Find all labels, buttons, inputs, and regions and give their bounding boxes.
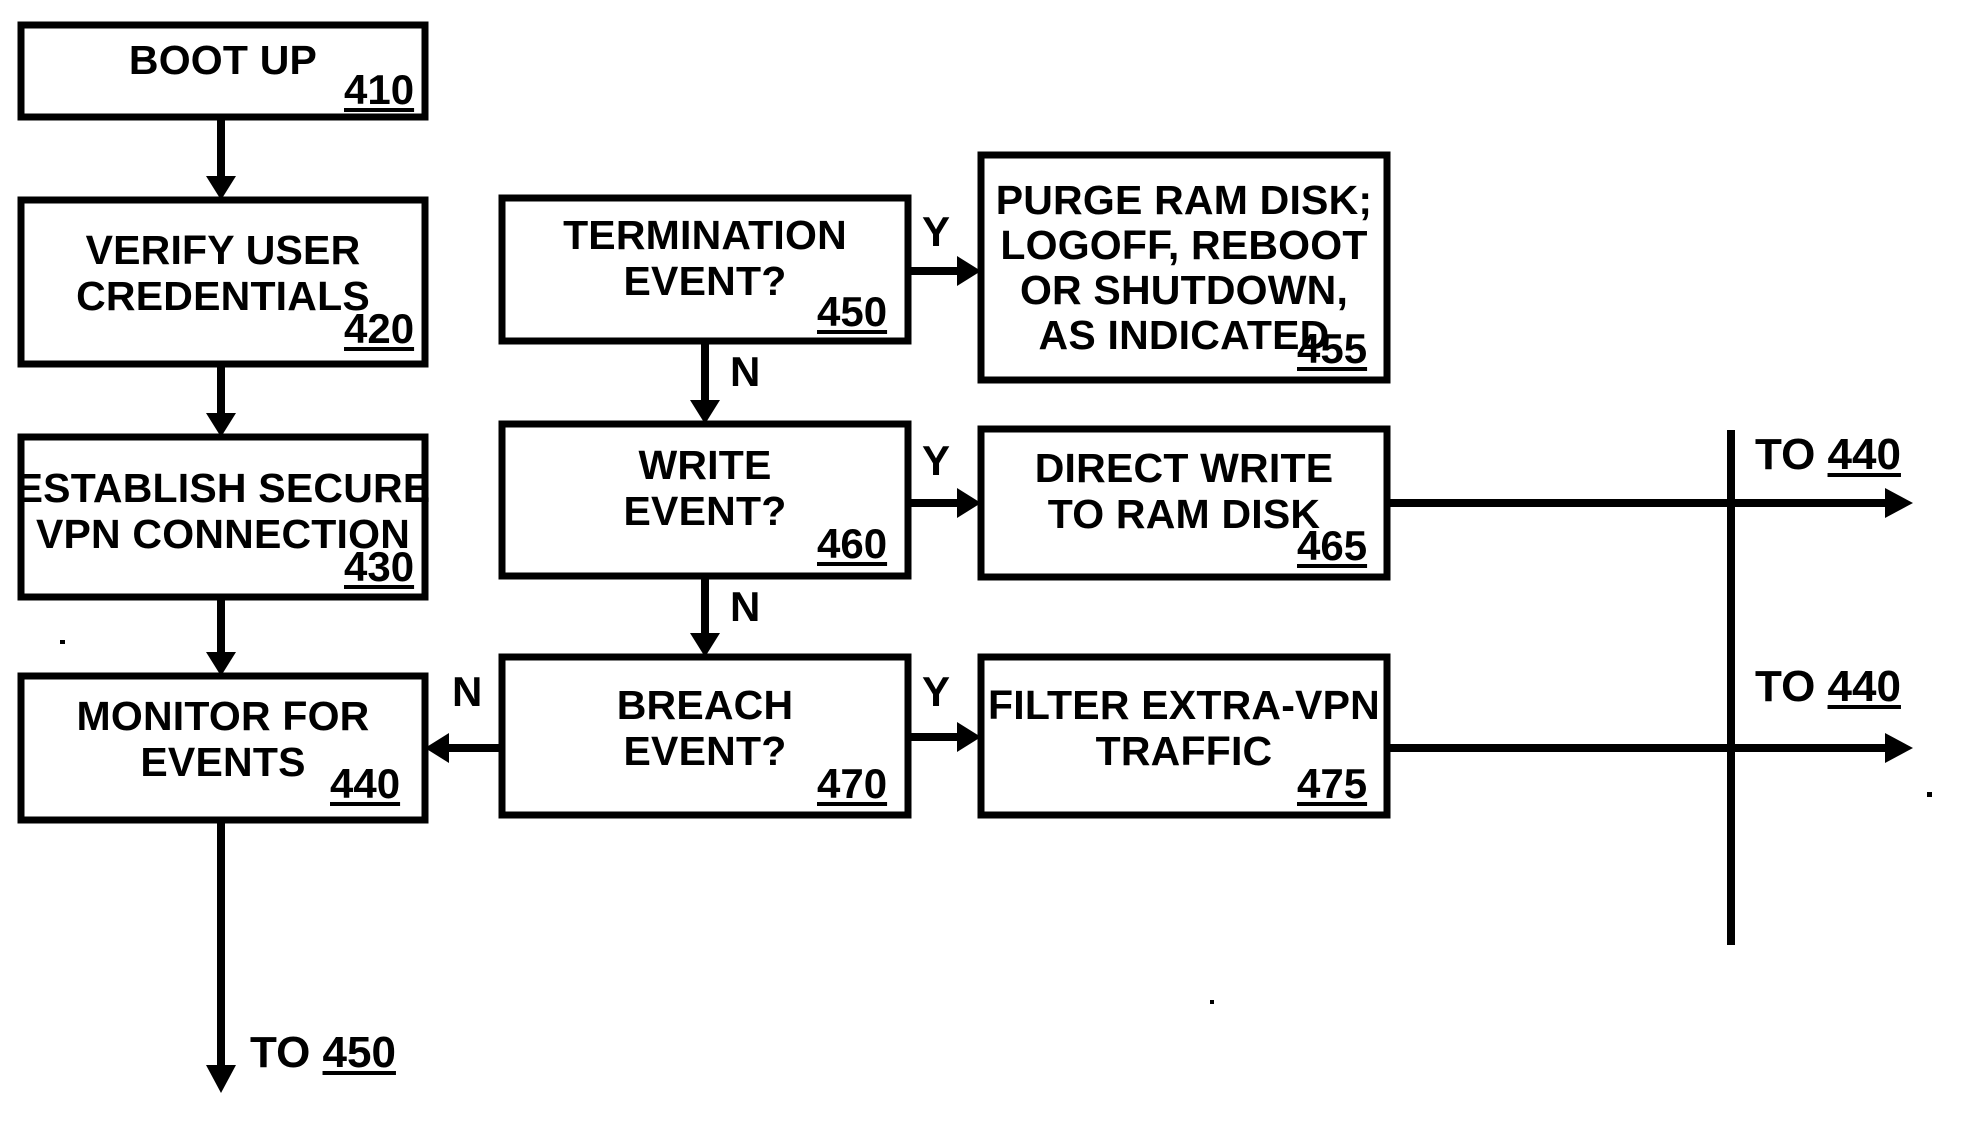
edge-termination-yes bbox=[908, 256, 981, 286]
edge-label-termination-no: N bbox=[730, 348, 761, 395]
edge-monitor-to-450 bbox=[206, 820, 236, 1093]
node-establish-secure-vpn-ref: 430 bbox=[344, 543, 415, 590]
node-direct-write-ram-disk-ref: 465 bbox=[1297, 522, 1368, 569]
edge-label-termination-yes: Y bbox=[922, 208, 951, 255]
goto-prefix: TO bbox=[1755, 430, 1828, 479]
edge-write-yes bbox=[908, 488, 981, 518]
edge-label-write-yes: Y bbox=[922, 437, 951, 484]
scan-speck bbox=[1210, 1000, 1214, 1004]
node-termination-event-ref: 450 bbox=[817, 288, 888, 335]
edge-label-breach-no: N bbox=[452, 668, 483, 715]
goto-ref: 440 bbox=[1827, 662, 1901, 711]
edge-breach-no bbox=[425, 733, 502, 763]
edge-label-write-no: N bbox=[730, 583, 761, 630]
edge-establish-to-monitor bbox=[206, 597, 236, 676]
edge-verify-to-establish bbox=[206, 364, 236, 437]
goto-440-from-475: TO 440 bbox=[1755, 662, 1901, 712]
edge-breach-yes bbox=[908, 722, 981, 752]
node-verify-user-credentials-ref: 420 bbox=[344, 305, 415, 352]
edge-bootup-to-verify bbox=[206, 117, 236, 200]
node-filter-extra-vpn-ref: 475 bbox=[1297, 760, 1368, 807]
flowchart-svg bbox=[17, 21, 1913, 1093]
node-purge-ram-disk-ref: 455 bbox=[1297, 325, 1368, 372]
scan-speck bbox=[1927, 792, 1932, 797]
node-write-event-ref: 460 bbox=[817, 520, 888, 567]
goto-prefix: TO bbox=[1755, 662, 1828, 711]
goto-ref: 440 bbox=[1827, 430, 1901, 479]
edge-label-breach-yes: Y bbox=[922, 668, 951, 715]
goto-450-from-440: TO 450 bbox=[250, 1028, 396, 1078]
edge-termination-no bbox=[690, 341, 720, 424]
goto-440-from-465: TO 440 bbox=[1755, 430, 1901, 480]
goto-prefix: TO bbox=[250, 1028, 323, 1077]
node-boot-up-ref: 410 bbox=[344, 66, 415, 113]
node-monitor-for-events-ref: 440 bbox=[330, 760, 401, 807]
goto-ref: 450 bbox=[322, 1028, 396, 1077]
node-breach-event-ref: 470 bbox=[817, 760, 888, 807]
scan-speck bbox=[60, 640, 65, 644]
edge-write-no bbox=[690, 576, 720, 657]
figure-canvas: BOOT UP 410 VERIFY USER CREDENTIALS 420 … bbox=[0, 0, 1967, 1135]
